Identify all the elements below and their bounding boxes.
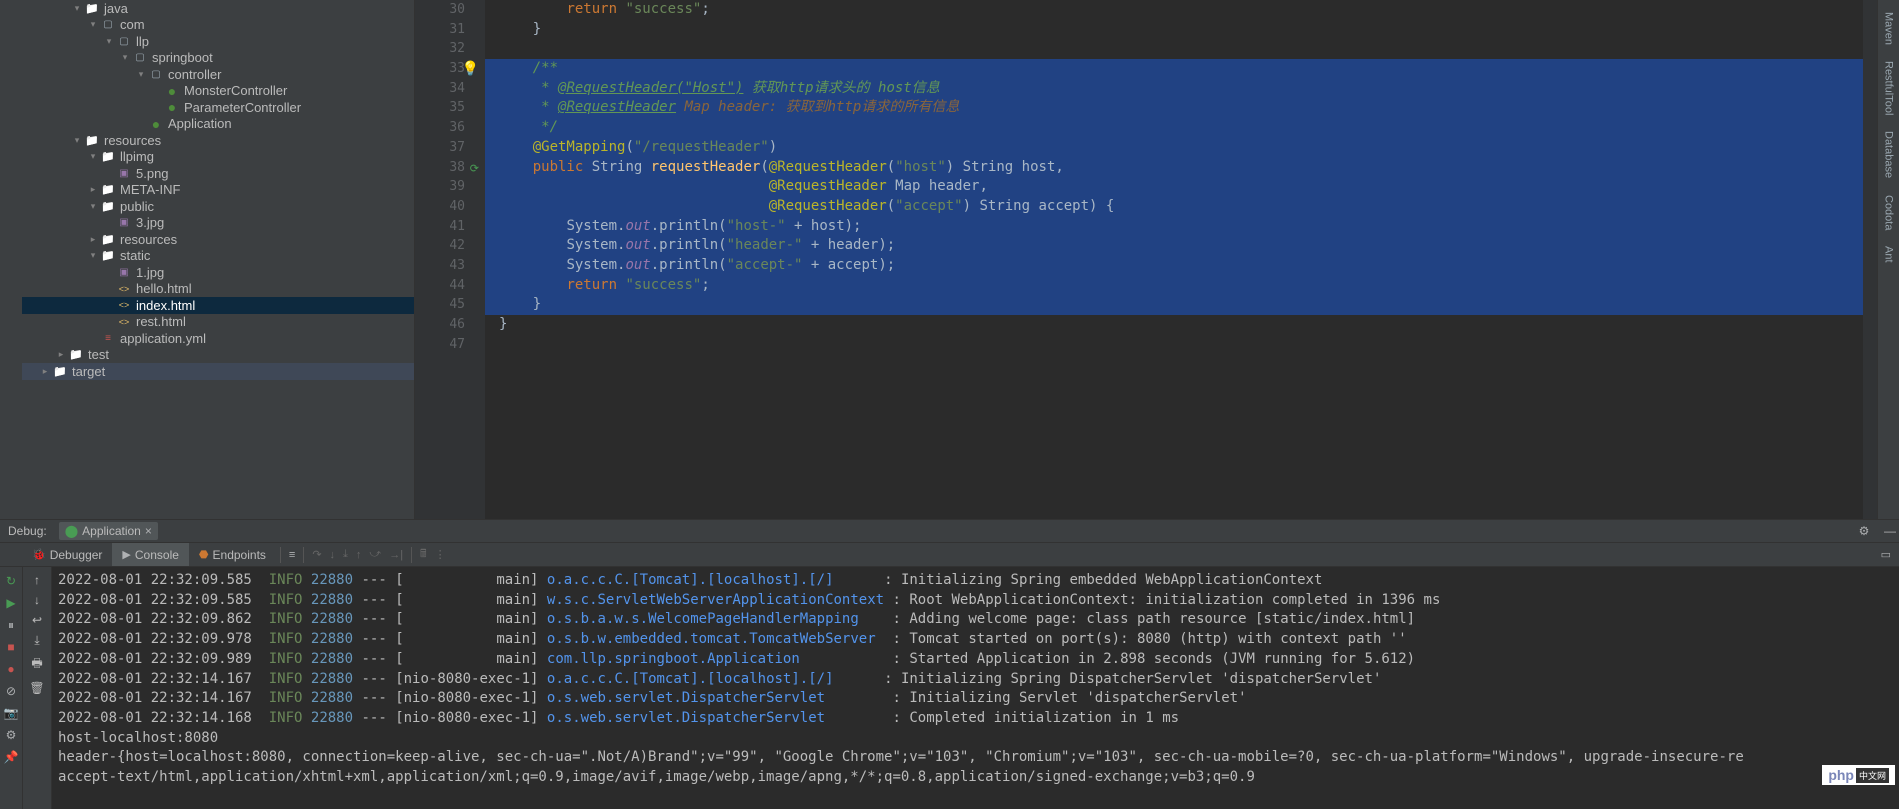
rerun-icon[interactable]: ↻ xyxy=(3,573,19,589)
debug-header: Debug: ⬤ Application × ⚙ — xyxy=(0,520,1899,543)
layout-icon[interactable]: ▭ xyxy=(1873,548,1899,561)
tool-restful[interactable]: RestfulTool xyxy=(1883,57,1895,119)
left-tool-strip xyxy=(0,0,22,519)
console-output[interactable]: 2022-08-01 22:32:09.585 INFO 22880 --- [… xyxy=(52,567,1899,809)
run-icon: ⬤ xyxy=(65,524,78,538)
camera-icon[interactable]: 📷 xyxy=(3,705,19,721)
right-tool-strip[interactable]: Maven RestfulTool Database Codota Ant xyxy=(1877,0,1899,519)
scroll-icon[interactable]: ⤓ xyxy=(34,633,39,648)
tree-item-resources[interactable]: ▾resources xyxy=(22,132,414,149)
debug-side-controls: ↻ ▶ ⏸ ■ ● ⊘ 📷 ⚙ 📌 xyxy=(0,567,22,809)
editor-gutter: 30313233💡3435363738⟳394041424344454647 xyxy=(415,0,485,519)
gear-icon[interactable]: ⚙ xyxy=(1855,522,1873,540)
tool-codota[interactable]: Codota xyxy=(1883,191,1895,234)
editor-minimap[interactable] xyxy=(1863,0,1877,519)
eval-icon[interactable]: 🖩 xyxy=(416,545,431,564)
tab-console[interactable]: ▶Console xyxy=(112,543,189,566)
tree-item-3.jpg[interactable]: 3.jpg xyxy=(22,215,414,232)
more-icon[interactable]: ⋮ xyxy=(431,548,450,561)
minimize-icon[interactable]: — xyxy=(1881,522,1899,540)
print-icon[interactable]: 🖶 xyxy=(31,654,42,675)
tool-maven[interactable]: Maven xyxy=(1883,8,1895,49)
tree-item-llpimg[interactable]: ▾llpimg xyxy=(22,149,414,166)
debug-title: Debug: xyxy=(8,524,47,538)
tree-item-java[interactable]: ▾java xyxy=(22,0,414,17)
tree-item-com[interactable]: ▾com xyxy=(22,17,414,34)
close-icon[interactable]: × xyxy=(145,524,152,538)
tree-item-Application[interactable]: Application xyxy=(22,116,414,133)
step-icon[interactable]: ↷ xyxy=(308,548,325,561)
tree-item-index.html[interactable]: index.html xyxy=(22,297,414,314)
console-icon: ▶ xyxy=(122,548,130,561)
mute-icon[interactable]: ⊘ xyxy=(3,683,19,699)
down-icon[interactable]: ↓ xyxy=(34,593,40,607)
code-editor[interactable]: 30313233💡3435363738⟳394041424344454647 r… xyxy=(415,0,1877,519)
tree-item-controller[interactable]: ▾controller xyxy=(22,66,414,83)
tree-item-llp[interactable]: ▾llp xyxy=(22,33,414,50)
step-down-icon[interactable]: ↓ xyxy=(326,549,340,561)
step-out-icon[interactable]: ↑ xyxy=(352,549,366,561)
pause-icon[interactable]: ⏸ xyxy=(3,617,19,633)
clear-icon[interactable]: 🗑 xyxy=(29,681,44,695)
watermark: php中文网 xyxy=(1822,765,1895,785)
debug-panel: Debug: ⬤ Application × ⚙ — 🐞Debugger ▶Co… xyxy=(0,519,1899,809)
tab-endpoints[interactable]: ⬣Endpoints xyxy=(189,543,276,566)
tree-item-test[interactable]: ▸test xyxy=(22,347,414,364)
tree-item-hello.html[interactable]: hello.html xyxy=(22,281,414,298)
project-tree[interactable]: ▾java▾com▾llp▾springboot▾controllerMonst… xyxy=(22,0,415,519)
console-controls: ↑ ↓ ↩ ⤓ 🖶 🗑 xyxy=(22,567,52,809)
tree-item-META-INF[interactable]: ▸META-INF xyxy=(22,182,414,199)
tree-item-target[interactable]: ▸target xyxy=(22,363,414,380)
debug-run-tab[interactable]: ⬤ Application × xyxy=(59,522,158,540)
up-icon[interactable]: ↑ xyxy=(34,573,40,587)
run-to-icon[interactable]: →| xyxy=(385,549,407,561)
step-over-icon[interactable]: ⤻ xyxy=(365,548,385,561)
settings-icon[interactable]: ⚙ xyxy=(3,727,19,743)
editor-code[interactable]: return "success"; } /** * @RequestHeader… xyxy=(485,0,1863,519)
tool-ant[interactable]: Ant xyxy=(1883,242,1895,267)
resume-icon[interactable]: ▶ xyxy=(3,595,19,611)
tree-item-resources[interactable]: ▸resources xyxy=(22,231,414,248)
tree-item-public[interactable]: ▾public xyxy=(22,198,414,215)
bug-icon: 🐞 xyxy=(32,548,46,561)
stop-icon[interactable]: ■ xyxy=(3,639,19,655)
step-into-icon[interactable]: ⤓ xyxy=(339,548,352,561)
wrap-icon[interactable]: ↩ xyxy=(32,613,42,627)
tree-item-MonsterController[interactable]: MonsterController xyxy=(22,83,414,100)
tree-item-1.jpg[interactable]: 1.jpg xyxy=(22,264,414,281)
endpoints-icon: ⬣ xyxy=(199,548,209,561)
tree-item-application.yml[interactable]: application.yml xyxy=(22,330,414,347)
breakpoint-icon[interactable]: ● xyxy=(3,661,19,677)
tree-item-springboot[interactable]: ▾springboot xyxy=(22,50,414,67)
threads-icon[interactable]: ≡ xyxy=(285,549,299,561)
debug-tabs: 🐞Debugger ▶Console ⬣Endpoints ≡ ↷ ↓ ⤓ ↑ … xyxy=(0,543,1899,567)
tree-item-ParameterController[interactable]: ParameterController xyxy=(22,99,414,116)
pin-icon[interactable]: 📌 xyxy=(3,749,19,765)
tree-item-static[interactable]: ▾static xyxy=(22,248,414,265)
tab-debugger[interactable]: 🐞Debugger xyxy=(22,543,112,566)
tree-item-rest.html[interactable]: rest.html xyxy=(22,314,414,331)
tool-database[interactable]: Database xyxy=(1883,127,1895,182)
tree-item-5.png[interactable]: 5.png xyxy=(22,165,414,182)
